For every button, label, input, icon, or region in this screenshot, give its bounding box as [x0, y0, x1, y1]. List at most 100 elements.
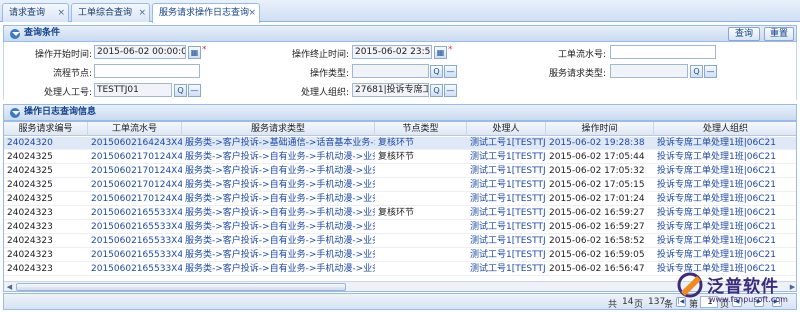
- search-button[interactable]: 查询: [728, 27, 760, 41]
- table-cell[interactable]: 服务类->客户投诉->自有业务->手机动漫->业务办: [182, 151, 375, 164]
- tab-bar: 请求查询 × 工单综合查询 × 服务请求操作日志查询 ×: [0, 0, 800, 23]
- table-cell: 2015-06-02 17:01:24: [549, 194, 645, 204]
- pager-pages-unit: 页: [634, 300, 644, 310]
- table-cell: [375, 165, 467, 178]
- collapse-icon[interactable]: [10, 29, 20, 39]
- search-icon[interactable]: Q: [430, 65, 443, 78]
- table-cell[interactable]: 服务类->客户投诉->基础通信->话音基本业务->网络: [182, 137, 375, 150]
- end-time-label: 操作终止时间:: [291, 50, 349, 60]
- start-time-field[interactable]: 2015-06-02 00:00:00: [94, 45, 186, 59]
- table-cell[interactable]: 服务类->客户投诉->自有业务->手机动漫->业务办: [182, 263, 375, 276]
- table-cell: 投诉专席工单处理1班|06C21: [657, 236, 776, 246]
- table-cell: 24024320: [7, 138, 53, 148]
- req-type-field[interactable]: [610, 64, 688, 78]
- tab-operation-log-query[interactable]: 服务请求操作日志查询 ×: [152, 3, 260, 23]
- handler-id-field[interactable]: TESTTJ01: [94, 83, 172, 97]
- table-row[interactable]: 24024325 20150602170124X409服务类->客户投诉->自有业…: [4, 179, 796, 192]
- clear-icon[interactable]: —: [188, 84, 201, 97]
- table-cell[interactable]: 服务类->客户投诉->自有业务->手机动漫->业务办: [182, 179, 375, 192]
- log-section-title: 操作日志查询信息: [24, 107, 97, 117]
- close-icon[interactable]: ×: [138, 4, 146, 22]
- handler-org-field[interactable]: 27681|投诉专席工: [352, 83, 429, 97]
- tab-label: 服务请求操作日志查询: [159, 8, 250, 18]
- table-cell: 复核环节: [378, 208, 415, 218]
- log-grid: 服务请求编号 工单流水号 服务请求类型 节点类型 处理人 操作时间 处理人组织 …: [3, 121, 797, 292]
- search-icon[interactable]: Q: [430, 84, 443, 97]
- table-cell: 测试工号1[TESTTJ: [470, 152, 546, 162]
- column-header[interactable]: 操作时间: [546, 122, 654, 136]
- table-cell: 投诉专席工单处理1班|06C21: [657, 250, 776, 260]
- table-cell: 2015-06-02 16:59:27: [549, 208, 645, 218]
- table-cell[interactable]: 20150602170124X409: [88, 165, 182, 178]
- column-header[interactable]: 节点类型: [375, 122, 467, 136]
- table-cell: 测试工号1[TESTTJ: [470, 138, 546, 148]
- calendar-icon[interactable]: ▦: [434, 46, 447, 59]
- scrollbar-thumb[interactable]: [16, 283, 346, 291]
- clear-icon[interactable]: —: [444, 84, 457, 97]
- table-cell[interactable]: 服务类->客户投诉->自有业务->手机动漫->业务办: [182, 221, 375, 234]
- calendar-icon[interactable]: ▦: [188, 46, 201, 59]
- column-header[interactable]: 服务请求编号: [4, 122, 88, 136]
- table-row[interactable]: 24024325 20150602170124X409服务类->客户投诉->自有业…: [4, 151, 796, 164]
- column-header[interactable]: 服务请求类型: [182, 122, 375, 136]
- clear-icon[interactable]: —: [704, 65, 717, 78]
- table-row[interactable]: 24024323 20150602165533X409服务类->客户投诉->自有业…: [4, 249, 796, 262]
- table-cell: [375, 193, 467, 206]
- table-cell: 测试工号1[TESTTJ: [470, 222, 546, 232]
- table-cell[interactable]: 服务类->客户投诉->自有业务->手机动漫->业务办: [182, 235, 375, 248]
- required-mark: *: [448, 45, 453, 55]
- search-icon[interactable]: Q: [690, 65, 703, 78]
- table-cell[interactable]: 20150602165533X409: [88, 235, 182, 248]
- table-cell: 24024323: [7, 250, 53, 260]
- close-icon[interactable]: ×: [57, 4, 65, 22]
- table-cell[interactable]: 20150602170124X409: [88, 179, 182, 192]
- table-row[interactable]: 24024323 20150602165533X409服务类->客户投诉->自有业…: [4, 235, 796, 248]
- table-cell: 投诉专席工单处理1班|06C21: [657, 222, 776, 232]
- order-no-input[interactable]: [610, 45, 716, 59]
- watermark: 泛普软件 www.fanpusoft.com: [675, 268, 800, 312]
- reset-button[interactable]: 重置: [764, 27, 794, 41]
- table-row[interactable]: 24024323 20150602165533X409服务类->客户投诉->自有业…: [4, 221, 796, 234]
- table-cell: 投诉专席工单处理1班|06C21: [657, 194, 776, 204]
- table-cell[interactable]: 20150602165533X409: [88, 249, 182, 262]
- end-time-field[interactable]: 2015-06-02 23:59:59: [352, 45, 432, 59]
- tab-request-query[interactable]: 请求查询 ×: [2, 3, 69, 22]
- table-cell[interactable]: 服务类->客户投诉->自有业务->手机动漫->业务办: [182, 207, 375, 220]
- table-cell: [375, 221, 467, 234]
- table-row[interactable]: 24024325 20150602170124X409服务类->客户投诉->自有业…: [4, 193, 796, 206]
- query-form: 操作开始时间: 2015-06-02 00:00:00 ▦ * 操作终止时间: …: [3, 42, 797, 100]
- table-cell[interactable]: 20150602170124X409: [88, 193, 182, 206]
- pager-total-label: 共: [608, 300, 618, 310]
- order-no-label: 工单流水号:: [557, 50, 606, 60]
- table-cell[interactable]: 20150602165533X409: [88, 221, 182, 234]
- table-cell[interactable]: 服务类->客户投诉->自有业务->手机动漫->业务办: [182, 165, 375, 178]
- table-cell: 2015-06-02 17:05:15: [549, 180, 645, 190]
- table-cell[interactable]: 20150602164243X409: [88, 137, 182, 150]
- table-cell[interactable]: 20150602165533X409: [88, 263, 182, 276]
- table-cell[interactable]: 20150602165533X409: [88, 207, 182, 220]
- table-cell: 2015-06-02 16:56:47: [549, 264, 645, 274]
- column-header[interactable]: 工单流水号: [88, 122, 182, 136]
- scroll-left-icon[interactable]: ◀: [4, 282, 15, 291]
- op-type-field[interactable]: [352, 64, 429, 78]
- table-cell[interactable]: 服务类->客户投诉->自有业务->手机动漫->业务办: [182, 249, 375, 262]
- required-mark: *: [202, 45, 207, 55]
- collapse-icon[interactable]: [10, 108, 20, 118]
- column-header[interactable]: 处理人: [467, 122, 546, 136]
- table-cell: 测试工号1[TESTTJ: [470, 166, 546, 176]
- table-cell: 2015-06-02 17:05:32: [549, 166, 645, 176]
- search-icon[interactable]: Q: [174, 84, 187, 97]
- handler-org-label: 处理人组织:: [300, 88, 349, 98]
- table-cell: 复核环节: [378, 152, 415, 162]
- table-cell[interactable]: 20150602170124X409: [88, 151, 182, 164]
- close-icon[interactable]: ×: [248, 4, 256, 22]
- column-header[interactable]: 处理人组织: [654, 122, 796, 136]
- table-row[interactable]: 24024325 20150602170124X409服务类->客户投诉->自有业…: [4, 165, 796, 178]
- flow-node-input[interactable]: [94, 64, 200, 78]
- clear-icon[interactable]: —: [444, 65, 457, 78]
- table-row[interactable]: 24024320 20150602164243X409服务类->客户投诉->基础通…: [4, 137, 796, 150]
- table-cell: [375, 249, 467, 262]
- table-row[interactable]: 24024323 20150602165533X409服务类->客户投诉->自有业…: [4, 207, 796, 220]
- tab-work-order-query[interactable]: 工单综合查询 ×: [71, 3, 150, 22]
- table-cell[interactable]: 服务类->客户投诉->自有业务->手机动漫->业务办: [182, 193, 375, 206]
